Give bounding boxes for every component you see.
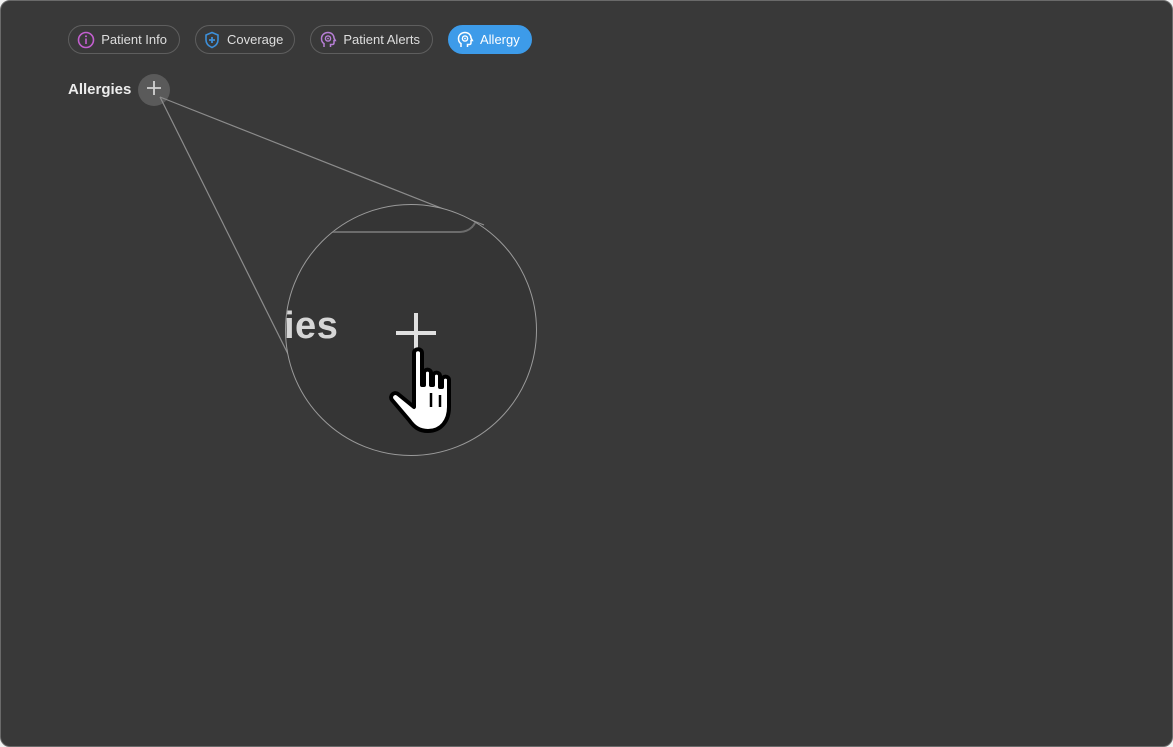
tab-label: Patient Info bbox=[101, 32, 167, 47]
magnifier-connector-lines bbox=[159, 96, 485, 357]
add-allergy-button[interactable] bbox=[138, 74, 170, 106]
allergy-head-icon bbox=[456, 30, 474, 50]
plus-icon bbox=[146, 80, 162, 101]
section-title: Allergies bbox=[68, 81, 132, 98]
shield-plus-icon bbox=[203, 30, 221, 50]
tab-label: Allergy bbox=[480, 32, 520, 47]
magnified-text: ies bbox=[285, 305, 339, 347]
info-icon bbox=[76, 30, 95, 50]
app-window: Patient Info Coverage Patient Alerts All… bbox=[0, 0, 1173, 747]
tab-coverage[interactable]: Coverage bbox=[195, 25, 295, 54]
tab-label: Patient Alerts bbox=[343, 32, 420, 47]
magnified-divider bbox=[326, 205, 478, 233]
tab-patient-info[interactable]: Patient Info bbox=[68, 25, 180, 54]
alert-head-icon bbox=[318, 30, 337, 50]
zoom-magnifier: ies bbox=[285, 204, 537, 456]
tab-allergy[interactable]: Allergy bbox=[448, 25, 532, 54]
tab-label: Coverage bbox=[227, 32, 284, 47]
hand-pointer-icon bbox=[386, 345, 466, 445]
tab-patient-alerts[interactable]: Patient Alerts bbox=[310, 25, 433, 54]
tab-bar: Patient Info Coverage Patient Alerts All… bbox=[68, 25, 532, 54]
